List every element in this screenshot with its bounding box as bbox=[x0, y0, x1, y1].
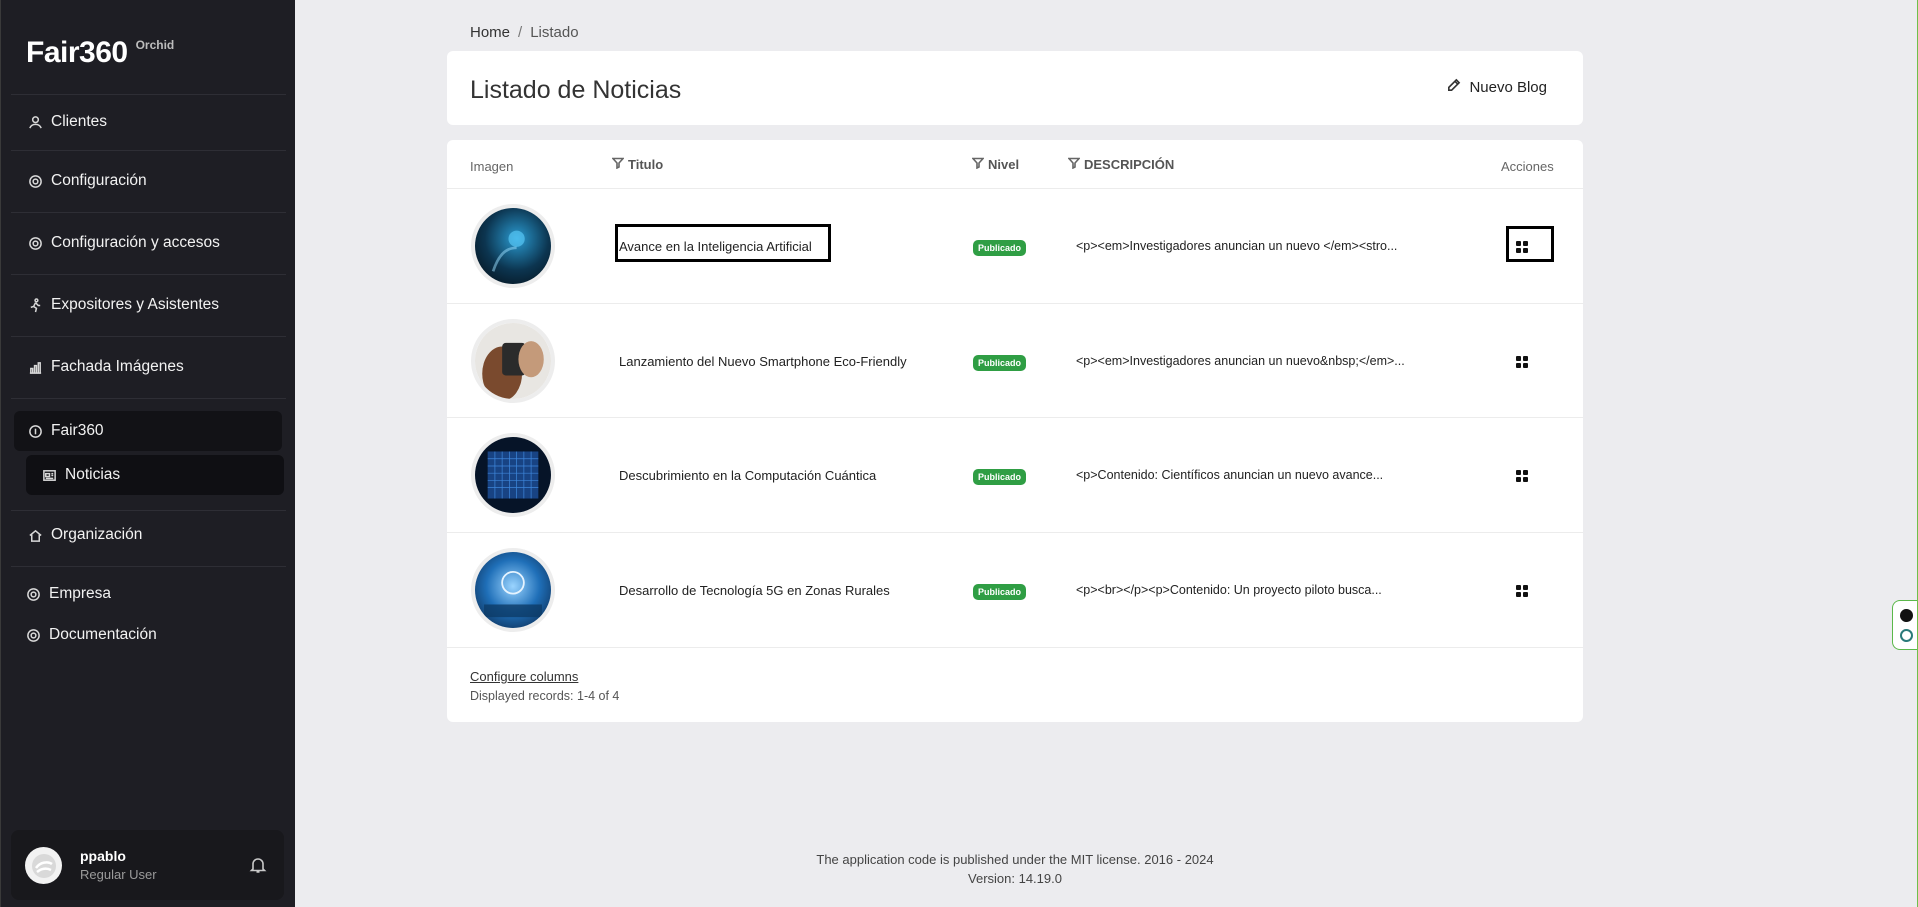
filter-icon[interactable] bbox=[971, 157, 985, 172]
circle-icon bbox=[27, 423, 43, 439]
column-header-level[interactable]: Nivel bbox=[971, 157, 1019, 172]
breadcrumb-current: Listado bbox=[530, 24, 579, 41]
sidebar-divider bbox=[11, 150, 286, 151]
gear-icon bbox=[27, 173, 43, 189]
breadcrumb-separator: / bbox=[518, 24, 523, 41]
newspaper-icon bbox=[41, 467, 57, 483]
news-description: <p><em>Investigadores anuncian un nuevo … bbox=[1076, 239, 1398, 253]
table-row: Avance en la Inteligencia Artificial Pub… bbox=[447, 189, 1583, 303]
sidebar-divider bbox=[11, 274, 286, 275]
gear-icon bbox=[25, 586, 41, 602]
records-count: Displayed records: 1-4 of 4 bbox=[470, 689, 620, 703]
sidebar-divider bbox=[11, 510, 286, 511]
sidebar-item-expositores[interactable]: Expositores y Asistentes bbox=[27, 296, 219, 314]
actions-menu-button[interactable] bbox=[1513, 353, 1531, 371]
news-description: <p>Contenido: Científicos anuncian un nu… bbox=[1076, 468, 1384, 482]
sidebar-item-label: Clientes bbox=[51, 113, 107, 130]
sidebar-item-organizacion[interactable]: Organización bbox=[27, 526, 142, 544]
focus-highlight bbox=[615, 224, 831, 262]
table-row: Desarrollo de Tecnología 5G en Zonas Rur… bbox=[447, 533, 1583, 647]
brand-subtitle: Orchid bbox=[135, 38, 175, 52]
sidebar-item-label: Empresa bbox=[49, 585, 112, 602]
status-badge: Publicado bbox=[973, 240, 1027, 256]
sidebar-item-label: Organización bbox=[51, 526, 143, 543]
footer-license: The application code is published under … bbox=[816, 852, 1214, 867]
user-profile[interactable]: ppablo Regular User bbox=[11, 830, 284, 900]
filter-icon[interactable] bbox=[1067, 157, 1081, 172]
news-description: <p><br></p><p>Contenido: Un proyecto pil… bbox=[1076, 583, 1382, 597]
configure-columns-link[interactable]: Configure columns bbox=[470, 669, 578, 684]
news-description: <p><em>Investigadores anuncian un nuevo&… bbox=[1076, 354, 1405, 368]
page-title: Listado de Noticias bbox=[470, 76, 682, 104]
table-row: Descubrimiento en la Computación Cuántic… bbox=[447, 418, 1583, 532]
column-header-description[interactable]: DESCRIPCIÓN bbox=[1067, 157, 1174, 172]
walk-icon bbox=[27, 297, 43, 313]
sidebar-item-clientes[interactable]: Clientes bbox=[27, 113, 107, 131]
sidebar-item-fair360[interactable]: Fair360 bbox=[27, 422, 104, 440]
brand-logo[interactable]: Fair360 Orchid bbox=[26, 36, 174, 70]
news-thumbnail bbox=[471, 548, 555, 632]
news-table: Imagen Titulo Nivel DESCRIPCIÓN Acciones… bbox=[447, 140, 1583, 722]
new-blog-label: Nuevo Blog bbox=[1469, 79, 1547, 96]
sidebar-item-label: Documentación bbox=[49, 626, 157, 643]
sidebar-item-configuracion-accesos[interactable]: Configuración y accesos bbox=[27, 234, 220, 252]
new-blog-button[interactable]: Nuevo Blog bbox=[1446, 78, 1547, 97]
home-icon bbox=[27, 527, 43, 543]
column-header-image: Imagen bbox=[470, 159, 514, 174]
extension-icon[interactable] bbox=[1900, 629, 1913, 642]
sidebar-divider bbox=[11, 566, 286, 567]
news-thumbnail bbox=[471, 319, 555, 403]
actions-menu-button[interactable] bbox=[1513, 582, 1531, 600]
sidebar-item-empresa[interactable]: Empresa bbox=[25, 585, 111, 603]
footer-version: Version: 14.19.0 bbox=[968, 871, 1062, 886]
gear-icon bbox=[27, 235, 43, 251]
news-title[interactable]: Lanzamiento del Nuevo Smartphone Eco-Fri… bbox=[619, 354, 907, 369]
column-header-actions: Acciones bbox=[1501, 159, 1554, 174]
page-header-card: Listado de Noticias Nuevo Blog bbox=[447, 51, 1583, 125]
breadcrumb-home[interactable]: Home bbox=[470, 24, 510, 41]
status-badge: Publicado bbox=[973, 469, 1027, 485]
focus-highlight bbox=[1506, 226, 1554, 262]
brand-name: Fair360 bbox=[26, 36, 128, 69]
sidebar-item-label: Configuración y accesos bbox=[51, 234, 220, 251]
row-divider bbox=[447, 647, 1583, 648]
user-name: ppablo bbox=[80, 848, 126, 864]
sidebar-item-label: Noticias bbox=[65, 466, 121, 483]
pencil-icon bbox=[1446, 78, 1461, 97]
news-thumbnail bbox=[471, 433, 555, 517]
column-header-title[interactable]: Titulo bbox=[611, 157, 663, 172]
sidebar-item-label: Fachada Imágenes bbox=[51, 358, 184, 375]
sidebar-item-fachada-imagenes[interactable]: Fachada Imágenes bbox=[27, 358, 184, 376]
sidebar-item-documentacion[interactable]: Documentación bbox=[25, 626, 157, 644]
status-badge: Publicado bbox=[973, 355, 1027, 371]
news-title[interactable]: Descubrimiento en la Computación Cuántic… bbox=[619, 468, 876, 483]
sidebar-item-label: Configuración bbox=[51, 172, 147, 189]
close-icon[interactable] bbox=[1900, 609, 1913, 622]
sidebar-divider bbox=[11, 336, 286, 337]
table-row: Lanzamiento del Nuevo Smartphone Eco-Fri… bbox=[447, 304, 1583, 418]
sidebar-divider bbox=[11, 212, 286, 213]
user-icon bbox=[27, 114, 43, 130]
sidebar-item-configuracion[interactable]: Configuración bbox=[27, 172, 147, 190]
news-title[interactable]: Desarrollo de Tecnología 5G en Zonas Rur… bbox=[619, 583, 890, 598]
avatar bbox=[25, 847, 62, 884]
status-badge: Publicado bbox=[973, 584, 1027, 600]
sidebar-divider bbox=[11, 398, 286, 399]
sidebar: Fair360 Orchid Clientes Configuración Co… bbox=[0, 0, 295, 907]
chart-icon bbox=[27, 359, 43, 375]
sidebar-item-noticias[interactable]: Noticias bbox=[41, 466, 120, 484]
sidebar-divider bbox=[11, 94, 286, 95]
user-role: Regular User bbox=[80, 867, 157, 882]
bell-icon[interactable] bbox=[249, 856, 267, 874]
breadcrumb: Home / Listado bbox=[470, 24, 579, 41]
extension-widget[interactable] bbox=[1892, 600, 1918, 650]
sidebar-item-label: Expositores y Asistentes bbox=[51, 296, 219, 313]
news-thumbnail bbox=[471, 204, 555, 288]
filter-icon[interactable] bbox=[611, 157, 625, 172]
gear-icon bbox=[25, 627, 41, 643]
actions-menu-button[interactable] bbox=[1513, 467, 1531, 485]
sidebar-item-label: Fair360 bbox=[51, 422, 104, 439]
